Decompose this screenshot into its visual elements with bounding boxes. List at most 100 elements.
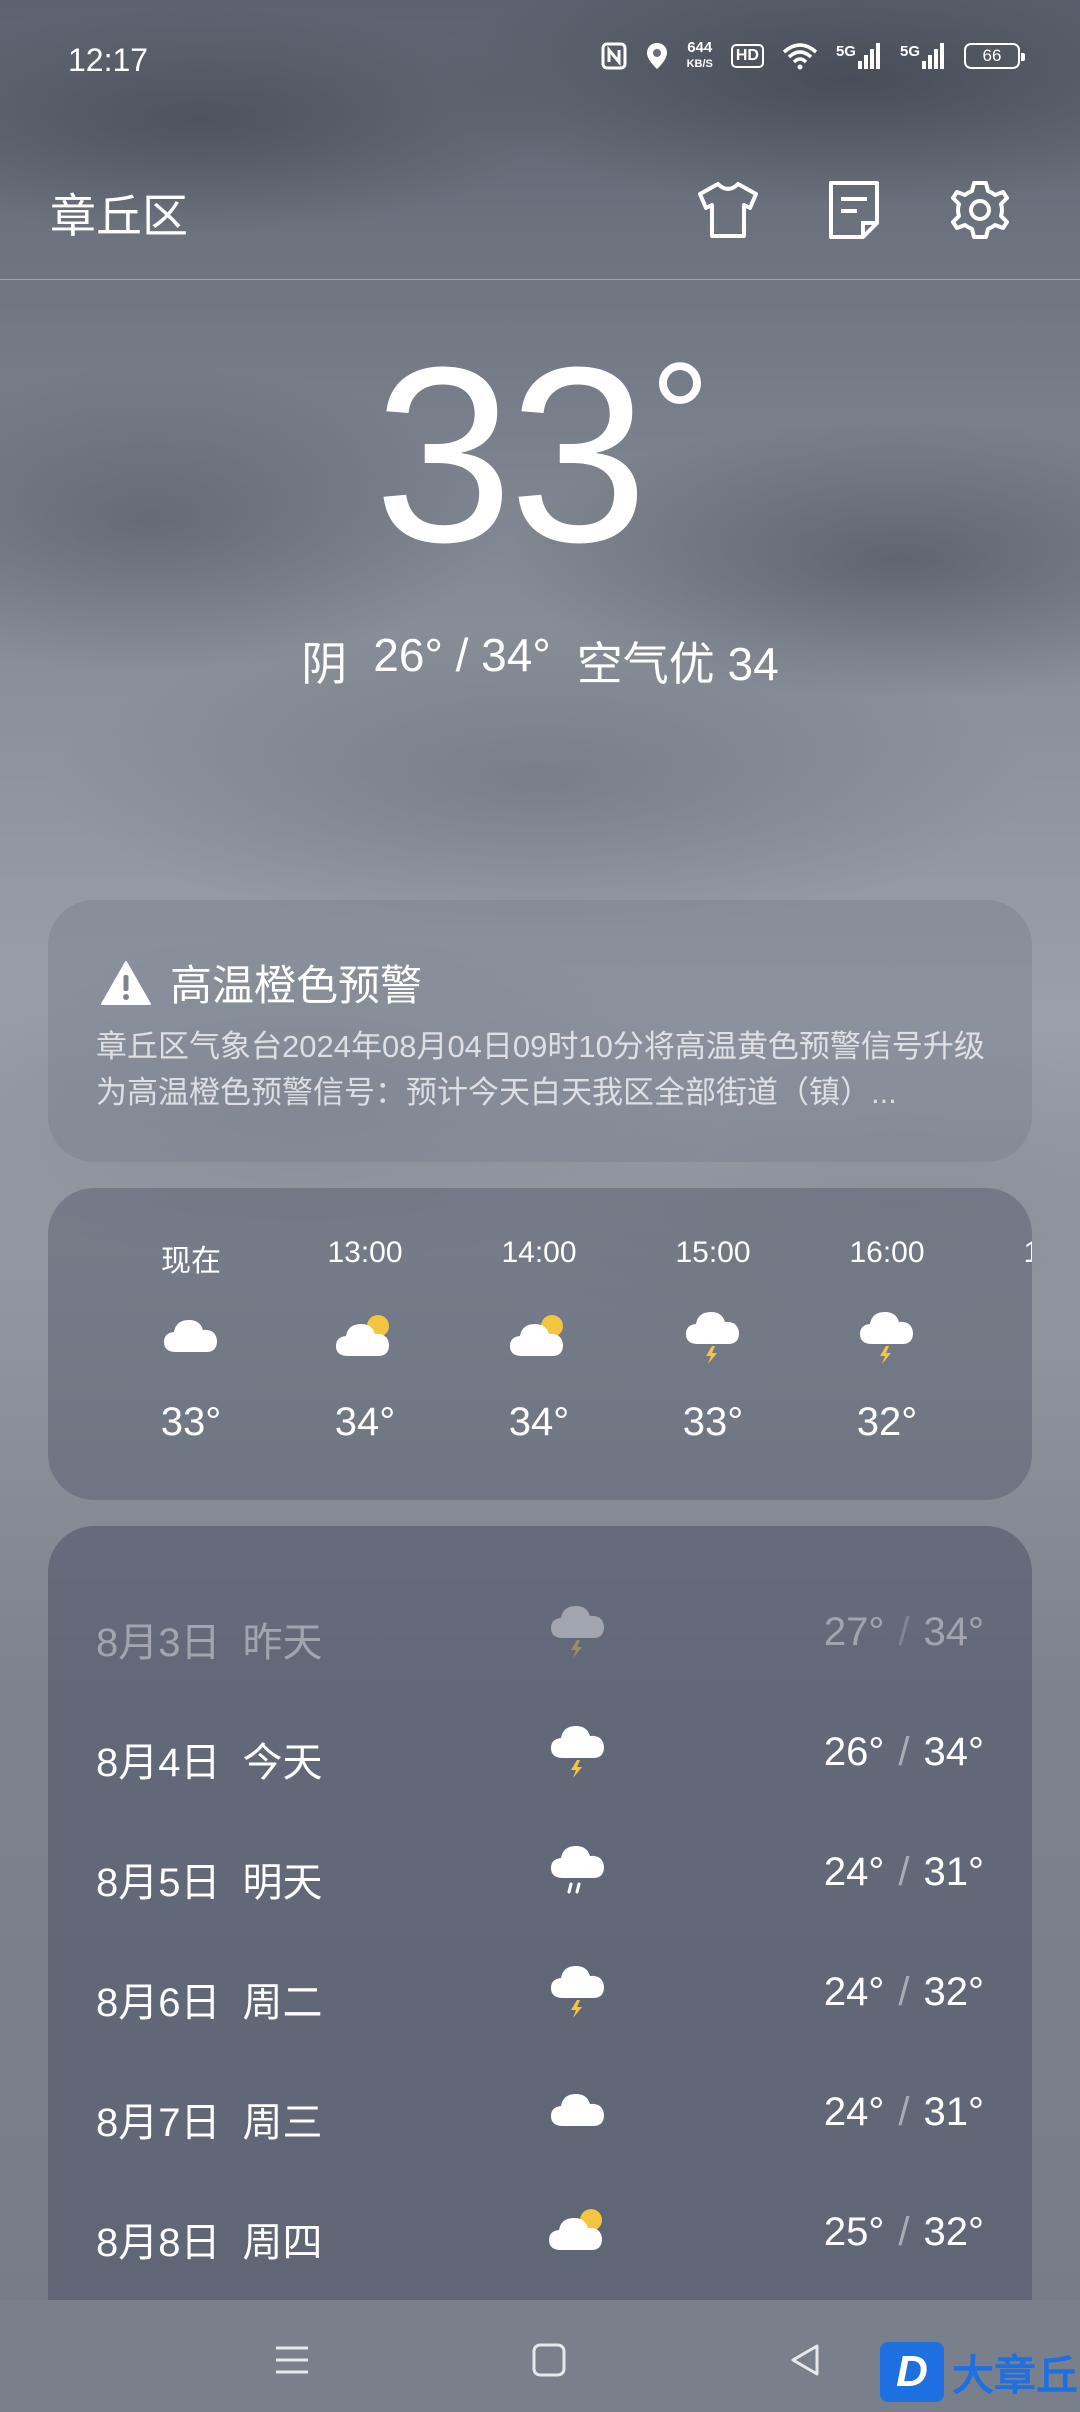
settings-button[interactable] bbox=[940, 170, 1020, 250]
temp-separator: / bbox=[898, 2210, 910, 2254]
day-temp-range: 26° / 34° bbox=[824, 1730, 984, 1775]
today-temp-range: 26° / 34° bbox=[373, 629, 551, 681]
signal-1-label: 5G bbox=[835, 43, 856, 60]
back-button[interactable] bbox=[775, 2330, 835, 2390]
site-watermark: D 大章丘 bbox=[880, 2332, 1080, 2412]
temp-separator: / bbox=[898, 1730, 910, 1774]
day-temp-range: 27° / 34° bbox=[824, 1610, 984, 1655]
hour-time: 15:00 bbox=[675, 1236, 751, 1269]
day-low: 24° bbox=[823, 1850, 885, 1894]
weather-report-button[interactable] bbox=[814, 170, 894, 250]
day-name: 周二 bbox=[242, 1981, 323, 2025]
hourly-item: 现在 33° bbox=[104, 1188, 278, 1500]
daily-row[interactable]: 8月5日 明天 24° / 31° bbox=[48, 1814, 1032, 1934]
cloud-icon bbox=[159, 1306, 223, 1362]
partly-cloudy-icon bbox=[333, 1306, 397, 1362]
net-speed-unit: KB/S bbox=[686, 58, 713, 70]
daily-row[interactable]: 8月6日 周二 24° / 32° bbox=[48, 1934, 1032, 2054]
status-icons: 644 KB/S HD 5G 5G 66 bbox=[601, 40, 1025, 72]
day-date: 8月8日 bbox=[96, 2221, 221, 2265]
net-speed: 644 KB/S bbox=[687, 40, 713, 72]
recent-apps-button[interactable] bbox=[262, 2330, 322, 2390]
square-icon bbox=[532, 2343, 566, 2377]
day-low: 24° bbox=[823, 1970, 885, 2014]
watermark-text: 大章丘 bbox=[952, 2351, 1079, 2399]
daily-row[interactable]: 8月7日 周三 24° / 31° bbox=[48, 2054, 1032, 2174]
day-temp-range: 24° / 31° bbox=[824, 2090, 984, 2135]
city-name[interactable]: 章丘区 bbox=[50, 180, 188, 246]
dressing-index-button[interactable] bbox=[688, 170, 768, 250]
daily-row[interactable]: 8月4日 今天 26° / 34° bbox=[48, 1694, 1032, 1814]
alert-title-text: 高温橙色预警 bbox=[170, 962, 423, 1009]
document-icon bbox=[829, 181, 879, 239]
day-label: 8月3日 昨天 bbox=[96, 1610, 323, 1668]
thunderstorm-icon bbox=[855, 1306, 919, 1364]
watermark-logo: D bbox=[880, 2342, 944, 2402]
temp-separator: / bbox=[898, 1970, 910, 2014]
location-icon bbox=[645, 41, 669, 71]
hour-time: 14:00 bbox=[501, 1236, 577, 1269]
day-low: 25° bbox=[823, 2210, 885, 2254]
thunderstorm-icon bbox=[546, 1960, 610, 2020]
daily-row[interactable]: 8月3日 昨天 27° / 34° bbox=[48, 1574, 1032, 1694]
day-date: 8月4日 bbox=[96, 1741, 221, 1785]
hour-temp: 33° bbox=[160, 1400, 222, 1444]
menu-icon bbox=[276, 2346, 308, 2374]
air-quality[interactable]: 空气优 34 bbox=[577, 628, 779, 694]
day-high: 32° bbox=[923, 1970, 985, 2014]
hourly-forecast-card[interactable]: 现在 33° 13:00 34° 14:00 34° 15:00 33° 16:00 32° 17:… bbox=[48, 1188, 1032, 1500]
hour-temp: 31° bbox=[974, 1400, 1032, 1445]
thunderstorm-icon bbox=[1029, 1306, 1032, 1362]
hourly-item: 16:00 32° bbox=[800, 1188, 974, 1500]
hour-temp: 34° bbox=[508, 1400, 570, 1444]
weather-alert-card[interactable]: 高温橙色预警 章丘区气象台2024年08月04日09时10分将高温黄色预警信号升… bbox=[48, 900, 1032, 1162]
day-name: 昨天 bbox=[242, 1621, 323, 1665]
day-name: 周三 bbox=[242, 2101, 323, 2145]
status-time: 12:17 bbox=[68, 42, 149, 78]
day-temp-range: 24° / 31° bbox=[824, 1850, 984, 1895]
day-high: 32° bbox=[923, 2210, 985, 2254]
alert-description: 章丘区气象台2024年08月04日09时10分将高温黄色预警信号升级为高温橙色预… bbox=[96, 1029, 985, 1110]
day-date: 8月7日 bbox=[96, 2101, 221, 2145]
day-label: 8月7日 周三 bbox=[96, 2090, 323, 2148]
hourly-item: 17:00 31° bbox=[974, 1188, 1032, 1500]
hourly-item: 13:00 34° bbox=[278, 1188, 452, 1500]
day-high: 34° bbox=[923, 1610, 985, 1654]
hour-temp: 34° bbox=[334, 1400, 396, 1444]
daily-row[interactable]: 8月8日 周四 25° / 32° bbox=[48, 2174, 1032, 2294]
home-button[interactable] bbox=[519, 2330, 579, 2390]
day-low: 24° bbox=[823, 2090, 885, 2134]
day-temp-range: 25° / 32° bbox=[824, 2210, 984, 2255]
thunderstorm-icon bbox=[546, 1600, 610, 1660]
signal-2-label: 5G bbox=[899, 43, 920, 60]
day-label: 8月4日 今天 bbox=[96, 1730, 323, 1788]
cell-signal-2: 5G bbox=[900, 43, 946, 69]
hd-badge: HD bbox=[730, 44, 764, 68]
hour-time: 现在 bbox=[161, 1245, 221, 1278]
back-triangle-icon bbox=[791, 2344, 819, 2376]
day-label: 8月8日 周四 bbox=[96, 2210, 323, 2268]
warning-icon bbox=[101, 960, 151, 1005]
alert-title: 高温橙色预警 bbox=[100, 952, 422, 1013]
nfc-icon bbox=[601, 42, 627, 70]
day-date: 8月3日 bbox=[96, 1621, 221, 1665]
gear-icon bbox=[951, 181, 1009, 239]
temp-separator: / bbox=[898, 2090, 910, 2134]
partly-cloudy-icon bbox=[546, 2200, 610, 2260]
rain-icon bbox=[546, 1840, 610, 1900]
daily-forecast-card[interactable]: 8月3日 昨天 27°/34° 8月4日 今天 26°/34° 8月5日 明天 24°/31° 8… bbox=[48, 1526, 1032, 2306]
current-condition: 阴 bbox=[301, 638, 348, 690]
net-speed-value: 644 bbox=[687, 39, 713, 56]
hourly-item: 15:00 33° bbox=[626, 1188, 800, 1500]
cloud-icon bbox=[546, 2080, 610, 2140]
day-label: 8月6日 周二 bbox=[96, 1970, 323, 2028]
hour-temp: 32° bbox=[856, 1400, 918, 1444]
hourly-forecast-list[interactable]: 现在 33° 13:00 34° 14:00 34° 15:00 33° 16:00 32° 17:… bbox=[48, 1188, 1032, 1500]
day-name: 周四 bbox=[242, 2221, 323, 2265]
degree-symbol: ° bbox=[650, 331, 710, 499]
weather-summary: 阴 26° / 34° 空气优 34 bbox=[0, 628, 1080, 694]
temp-separator: / bbox=[898, 1610, 910, 1654]
temp-separator: / bbox=[898, 1850, 910, 1894]
day-low: 27° bbox=[823, 1610, 885, 1654]
status-bar: 12:17 644 KB/S HD 5G 5G 66 bbox=[0, 0, 1080, 120]
